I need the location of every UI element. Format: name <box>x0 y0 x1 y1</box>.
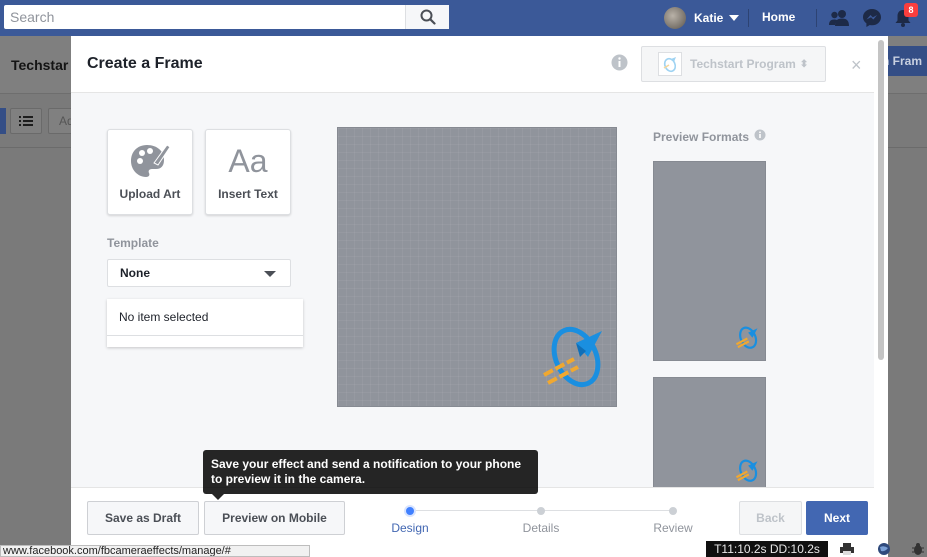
step-dot-design <box>406 507 414 515</box>
dialog-title: Create a Frame <box>87 55 203 72</box>
step-details[interactable]: Details <box>501 521 581 535</box>
upload-art-button[interactable]: Upload Art <box>107 129 193 215</box>
rocket-logo-icon <box>735 456 759 487</box>
dialog-header: Create a Frame Techstart Program ⬍ × <box>71 36 874 93</box>
dialog-body: Upload Art Aa Insert Text Template None … <box>71 93 874 497</box>
home-link[interactable]: Home <box>762 10 795 24</box>
scrollbar-thumb[interactable] <box>878 40 884 360</box>
view-tab-bg <box>0 108 6 134</box>
timer-readout: T11:10.2s DD:10.2s <box>706 541 828 557</box>
text-icon: Aa <box>228 142 268 179</box>
friends-button[interactable] <box>828 7 850 29</box>
program-selector[interactable]: Techstart Program ⬍ <box>641 46 826 82</box>
template-value: None <box>120 266 150 280</box>
preview-on-mobile-button[interactable]: Preview on Mobile <box>204 501 345 535</box>
divider <box>816 9 817 27</box>
rocket-logo-icon <box>663 57 677 73</box>
messenger-button[interactable] <box>861 7 883 29</box>
printer-icon[interactable] <box>838 540 856 557</box>
layers-empty-text: No item selected <box>119 310 209 324</box>
status-bar-url: www.facebook.com/fbcameraeffects/manage/… <box>0 545 310 557</box>
rocket-logo-icon[interactable] <box>540 317 606 396</box>
tooltip-arrow <box>212 494 224 500</box>
list-icon <box>19 116 33 126</box>
step-dot-review <box>669 507 677 515</box>
chevron-down-icon <box>729 15 740 21</box>
user-profile-link[interactable]: Katie <box>664 6 740 30</box>
program-name: Techstart Program <box>690 57 796 71</box>
frame-canvas[interactable] <box>337 127 617 407</box>
step-design[interactable]: Design <box>370 521 450 535</box>
search-box <box>4 5 449 29</box>
layers-panel: No item selected <box>107 299 303 347</box>
step-review[interactable]: Review <box>633 521 713 535</box>
insert-text-label: Insert Text <box>218 187 278 201</box>
divider <box>107 335 303 336</box>
preview-mobile-tooltip: Save your effect and send a notification… <box>203 450 538 494</box>
search-button[interactable] <box>405 5 449 29</box>
page-title: Techstar <box>11 57 69 73</box>
triangle-down-icon <box>264 271 276 277</box>
messenger-icon <box>863 9 881 27</box>
program-logo <box>658 52 682 76</box>
back-button[interactable]: Back <box>739 501 802 535</box>
upload-art-label: Upload Art <box>119 187 181 201</box>
info-icon[interactable] <box>611 54 628 74</box>
preview-formats-text: Preview Formats <box>653 129 750 144</box>
rocket-logo-icon <box>735 323 759 354</box>
divider <box>748 9 749 27</box>
save-as-draft-button[interactable]: Save as Draft <box>87 501 199 535</box>
preview-thumbnail-landscape[interactable] <box>653 377 766 497</box>
user-name: Katie <box>694 11 724 25</box>
template-dropdown[interactable]: None <box>107 259 291 287</box>
insert-text-button[interactable]: Aa Insert Text <box>205 129 291 215</box>
search-icon <box>420 9 436 25</box>
avatar <box>664 7 686 29</box>
step-dot-details <box>537 507 545 515</box>
facebook-top-bar: Katie Home 8 <box>0 0 927 36</box>
friends-icon <box>829 10 849 26</box>
search-input[interactable] <box>4 5 408 29</box>
template-label: Template <box>107 236 159 250</box>
palette-icon <box>131 144 171 177</box>
preview-formats-label: Preview Formats <box>653 129 766 144</box>
bug-icon[interactable] <box>909 540 927 557</box>
sort-caret-icon: ⬍ <box>799 58 809 70</box>
list-view-button <box>10 108 42 134</box>
preview-thumbnail-portrait[interactable] <box>653 161 766 361</box>
globe-icon[interactable] <box>875 540 893 557</box>
next-button[interactable]: Next <box>806 501 868 535</box>
info-icon[interactable] <box>754 129 766 144</box>
notification-badge: 8 <box>904 3 918 17</box>
close-icon[interactable]: × <box>851 56 862 74</box>
